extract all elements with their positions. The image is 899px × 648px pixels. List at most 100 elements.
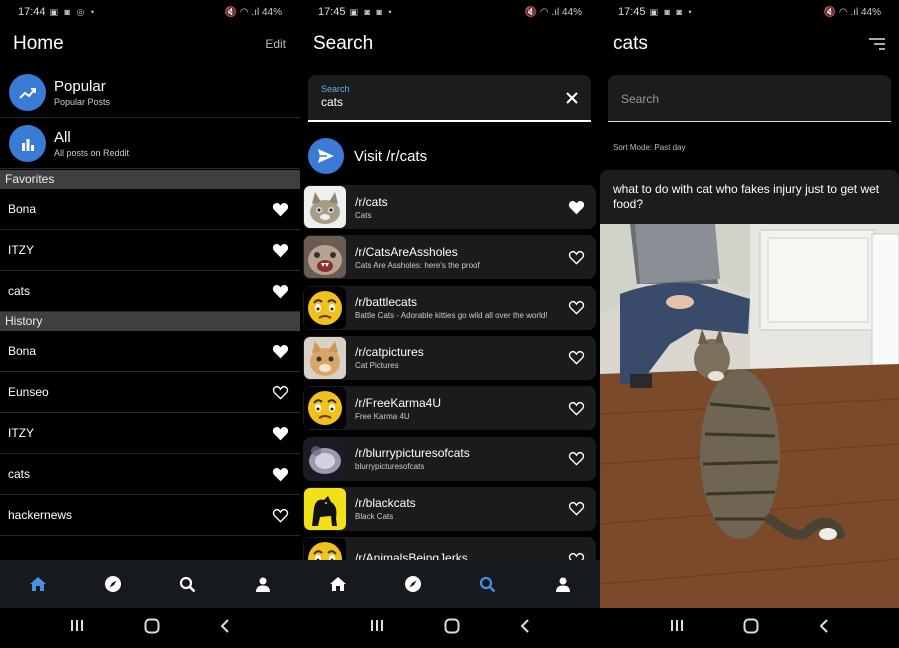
subreddit-row[interactable]: hackernews	[0, 495, 300, 536]
result-description: Free Karma 4U	[355, 411, 410, 421]
heart-filled-icon[interactable]	[272, 243, 289, 258]
search-icon[interactable]	[473, 569, 503, 599]
search-input[interactable]: Search	[608, 75, 891, 122]
result-description: Cat Pictures	[355, 361, 399, 371]
heart-outline-icon[interactable]	[568, 350, 585, 365]
subreddit-row[interactable]: Eunseo	[0, 372, 300, 413]
edit-button[interactable]: Edit	[265, 37, 286, 51]
result-text: /r/blackcats Black Cats	[355, 496, 568, 521]
feed-all[interactable]: All All posts on Reddit	[0, 119, 300, 169]
recents-icon[interactable]	[70, 619, 84, 637]
post-title[interactable]: what to do with cat who fakes injury jus…	[600, 170, 899, 224]
status-bar: 17:45 ▣ ◙ ◙ • 🔇 ◠ .ıl 44%	[300, 0, 600, 24]
heart-outline-icon[interactable]	[568, 250, 585, 265]
search-placeholder: Search	[621, 92, 660, 106]
system-nav	[300, 608, 600, 648]
recents-icon[interactable]	[370, 619, 384, 637]
heart-filled-icon[interactable]	[272, 426, 289, 441]
home-icon[interactable]	[323, 569, 353, 599]
subreddit-row[interactable]: ITZY	[0, 413, 300, 454]
result-text: /r/blurrypicturesofcats blurrypicturesofc…	[355, 446, 568, 471]
page-title: Home	[13, 33, 64, 54]
favorites-header: Favorites	[0, 170, 300, 189]
feed-subtitle: Popular Posts	[54, 97, 111, 107]
bottom-nav	[0, 560, 300, 608]
status-bar: 17:45 ▣ ◙ ◙ • 🔇 ◠ .ıl 44%	[600, 0, 899, 24]
heart-filled-icon[interactable]	[272, 467, 289, 482]
back-icon[interactable]	[520, 618, 530, 638]
heart-outline-icon[interactable]	[568, 300, 585, 315]
search-result[interactable]: /r/cats Cats	[303, 185, 596, 229]
close-icon[interactable]	[565, 91, 579, 105]
search-result[interactable]: /r/FreeKarma4U Free Karma 4U	[303, 386, 596, 431]
history-header: History	[0, 312, 300, 331]
recents-icon[interactable]	[670, 619, 684, 637]
home-screen: 17:44 ▣ ◙ ◎ • 🔇 ◠ .ıl 44% Home Edit Popu…	[0, 0, 300, 648]
sort-icon[interactable]	[869, 38, 885, 50]
back-icon[interactable]	[819, 618, 829, 638]
subreddit-row[interactable]: Bona	[0, 331, 300, 372]
result-description: Black Cats	[355, 512, 394, 522]
subreddit-name: Eunseo	[8, 385, 49, 399]
system-nav	[0, 608, 300, 648]
home-icon[interactable]	[23, 569, 53, 599]
notification-icons: ▣ ◙ ◎ •	[49, 6, 96, 17]
result-description: Cats	[355, 210, 372, 220]
send-icon	[308, 138, 344, 174]
heart-filled-icon[interactable]	[272, 284, 289, 299]
search-result[interactable]: /r/blackcats Black Cats	[303, 486, 596, 531]
result-text: /r/FreeKarma4U Free Karma 4U	[355, 396, 568, 421]
result-text: /r/cats Cats	[355, 195, 568, 220]
search-input[interactable]: Search cats	[308, 75, 591, 122]
profile-icon[interactable]	[548, 569, 578, 599]
system-status-icons: 🔇 ◠ .ıl 44%	[524, 6, 582, 18]
subreddit-name: cats	[8, 467, 31, 481]
back-icon[interactable]	[220, 618, 230, 638]
visit-subreddit-button[interactable]: Visit /r/cats	[308, 137, 427, 175]
post-image[interactable]	[600, 224, 899, 608]
subreddit-name: Bona	[8, 202, 37, 216]
heart-filled-icon[interactable]	[272, 202, 289, 217]
heart-outline-icon[interactable]	[568, 401, 585, 416]
heart-outline-icon[interactable]	[568, 451, 585, 466]
search-icon[interactable]	[173, 569, 203, 599]
status-time: 17:45	[318, 6, 346, 18]
page-title: cats	[613, 33, 648, 54]
subreddit-name: cats	[8, 284, 31, 298]
heart-outline-icon[interactable]	[568, 501, 585, 516]
subreddit-row[interactable]: ITZY	[0, 230, 300, 271]
result-description: Cats Are Assholes: here's the proof	[355, 260, 480, 270]
subreddit-name: ITZY	[8, 243, 34, 257]
explore-icon[interactable]	[398, 569, 428, 599]
subreddit-name: ITZY	[8, 426, 34, 440]
subreddit-row[interactable]: cats	[0, 454, 300, 495]
feed-subtitle: All posts on Reddit	[54, 148, 130, 158]
heart-outline-icon[interactable]	[272, 385, 289, 400]
result-text: /r/catpictures Cat Pictures	[355, 345, 568, 370]
explore-icon[interactable]	[98, 569, 128, 599]
subreddit-avatar	[304, 236, 346, 279]
feed-title: All	[54, 129, 71, 146]
home-circle-icon[interactable]	[444, 618, 460, 639]
heart-filled-icon[interactable]	[568, 200, 585, 215]
profile-icon[interactable]	[248, 569, 278, 599]
result-description: Battle Cats - Adorable kitties go wild a…	[355, 311, 548, 321]
feed-popular[interactable]: Popular Popular Posts	[0, 68, 300, 118]
heart-outline-icon[interactable]	[272, 508, 289, 523]
subreddit-row[interactable]: Bona	[0, 189, 300, 230]
heart-filled-icon[interactable]	[272, 344, 289, 359]
subreddit-row[interactable]: cats	[0, 271, 300, 312]
search-result[interactable]: /r/CatsAreAssholes Cats Are Assholes: her…	[303, 235, 596, 280]
search-result[interactable]: /r/battlecats Battle Cats - Adorable kitt…	[303, 285, 596, 330]
subreddit-avatar	[304, 286, 346, 329]
search-result[interactable]: /r/blurrypicturesofcats blurrypicturesofc…	[303, 436, 596, 481]
search-result[interactable]: /r/catpictures Cat Pictures	[303, 335, 596, 380]
home-circle-icon[interactable]	[144, 618, 160, 639]
home-header: Home Edit	[13, 30, 286, 58]
search-screen: 17:45 ▣ ◙ ◙ • 🔇 ◠ .ıl 44% Search Search …	[300, 0, 600, 648]
notification-icons: ▣ ◙ ◙ •	[649, 6, 694, 17]
notification-icons: ▣ ◙ ◙ •	[349, 6, 394, 17]
result-name: /r/cats	[355, 194, 388, 209]
result-text: /r/CatsAreAssholes Cats Are Assholes: her…	[355, 245, 568, 270]
home-circle-icon[interactable]	[743, 618, 759, 639]
